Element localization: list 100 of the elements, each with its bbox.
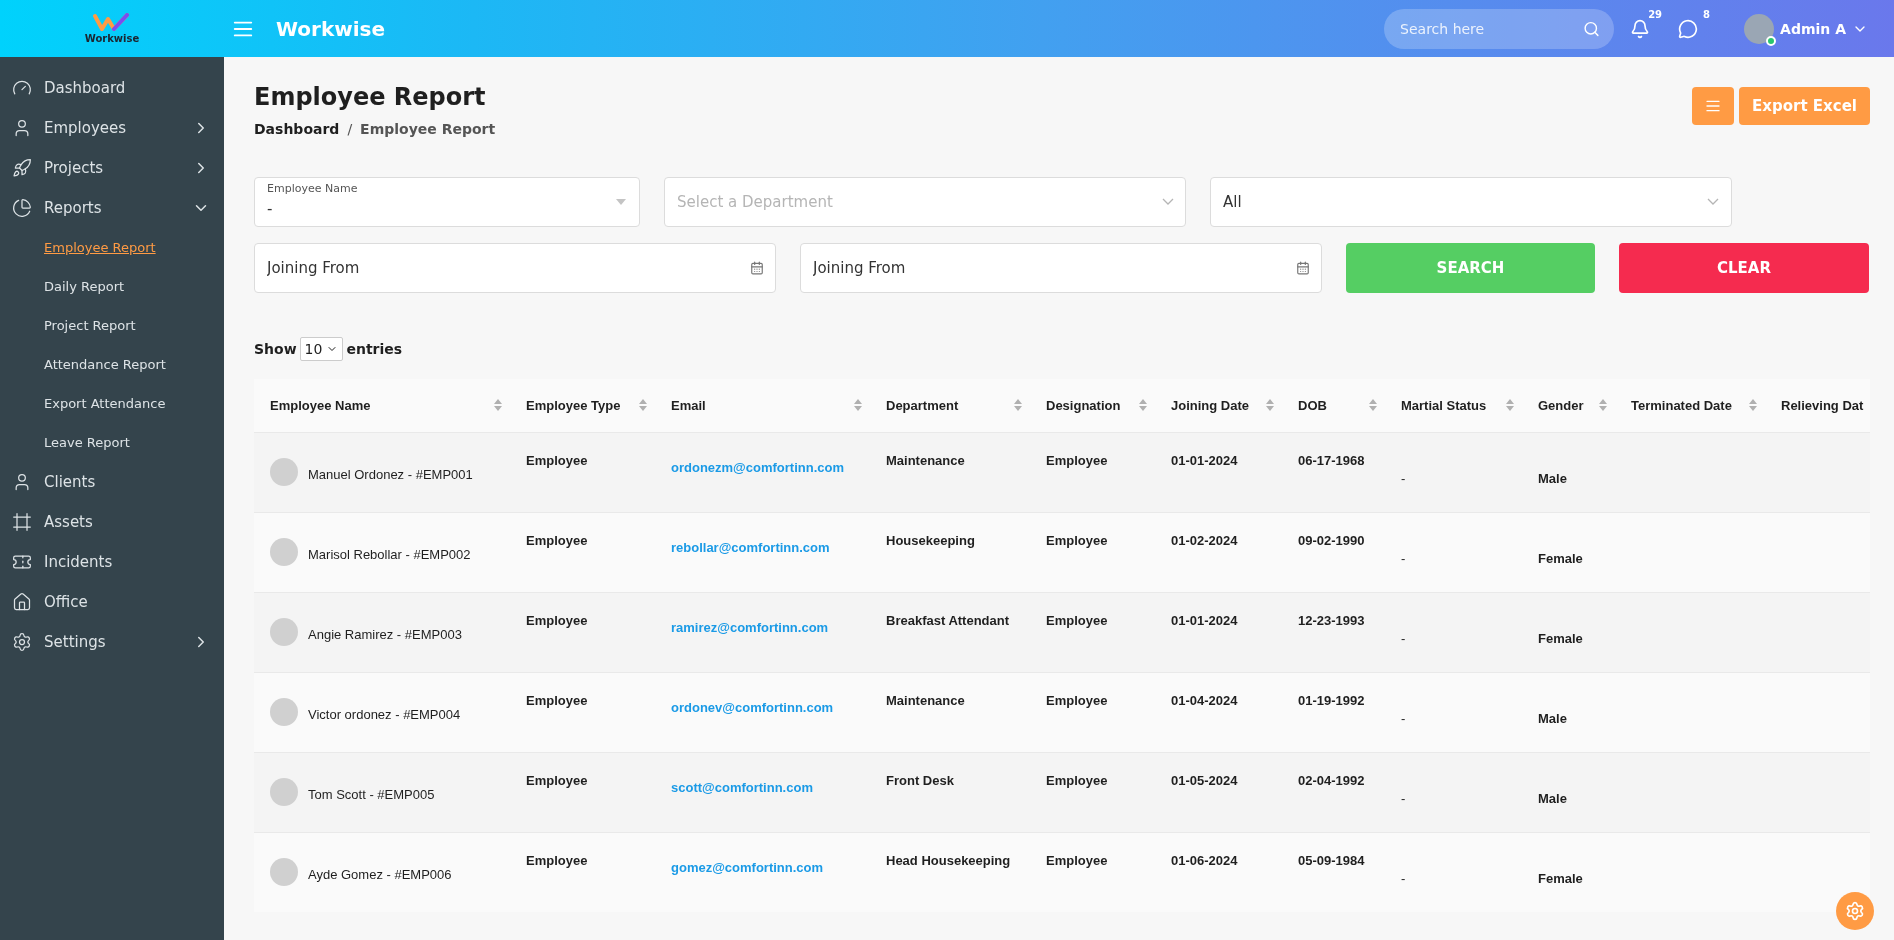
table-cell: Female [1522, 512, 1615, 592]
user-menu-button[interactable]: Admin A [1744, 13, 1868, 44]
notification-count: 29 [1648, 8, 1663, 20]
table-cell: 02-04-1992 [1282, 752, 1385, 832]
table-cell: Employee [510, 592, 655, 672]
list-menu-button[interactable] [1692, 87, 1735, 125]
calendar-icon [1296, 261, 1310, 275]
table-cell: Maintenance [870, 432, 1030, 512]
sort-icon[interactable] [1599, 399, 1607, 412]
sort-icon[interactable] [1506, 399, 1514, 412]
caret-icon [1707, 198, 1719, 206]
sort-icon[interactable] [1369, 399, 1377, 412]
sort-icon[interactable] [854, 399, 862, 412]
nav-icon [12, 198, 32, 218]
page-size-select[interactable]: 10 [299, 337, 344, 361]
sidebar-subitem[interactable]: Attendance Report [0, 345, 224, 384]
sort-icon[interactable] [1139, 399, 1147, 412]
sidebar-item[interactable]: Clients [0, 462, 224, 502]
calendar-icon [750, 261, 764, 275]
notifications-button[interactable]: 29 [1630, 8, 1663, 39]
table-cell: Employee [1030, 672, 1155, 752]
table-cell: Employee [510, 832, 655, 912]
logo-text: Workwise [84, 33, 140, 44]
avatar [270, 698, 298, 726]
sidebar-subitem[interactable]: Leave Report [0, 423, 224, 462]
sidebar-item[interactable]: Dashboard [0, 68, 224, 108]
table-cell: - [1385, 752, 1522, 832]
table-cell: Employee [510, 512, 655, 592]
caret-icon [615, 198, 627, 206]
sidebar-subitem[interactable]: Export Attendance [0, 384, 224, 423]
breadcrumb-link[interactable]: Dashboard [254, 121, 340, 137]
date-field[interactable]: Joining From [800, 243, 1322, 293]
sidebar-item[interactable]: Projects [0, 148, 224, 188]
sidebar-subitem[interactable]: Employee Report [0, 228, 224, 267]
table-cell: Housekeeping [870, 512, 1030, 592]
employee-name: Marisol Rebollar - #EMP002 [308, 545, 471, 562]
sidebar-subitem[interactable]: Daily Report [0, 267, 224, 306]
avatar [270, 458, 298, 486]
table-cell: 01-04-2024 [1155, 672, 1282, 752]
table-cell: Male [1522, 752, 1615, 832]
employee-name: Tom Scott - #EMP005 [308, 785, 435, 802]
app-title: Workwise [276, 16, 386, 41]
table-cell: 01-01-2024 [1155, 592, 1282, 672]
table-cell: 05-09-1984 [1282, 832, 1385, 912]
table-cell: 06-17-1968 [1282, 432, 1385, 512]
table-cell: Female [1522, 592, 1615, 672]
nav-icon [12, 158, 32, 178]
date-field[interactable]: Joining From [254, 243, 776, 293]
sidebar-item[interactable]: Incidents [0, 542, 224, 582]
table-cell: Male [1522, 432, 1615, 512]
table-cell: Employee [1030, 592, 1155, 672]
search-icon [1583, 20, 1601, 37]
nav-icon [12, 512, 32, 532]
table-cell: 01-19-1992 [1282, 672, 1385, 752]
sidebar-subitem[interactable]: Project Report [0, 306, 224, 345]
page-title: Employee Report [254, 83, 487, 111]
sidebar-item[interactable]: Assets [0, 502, 224, 542]
table-cell: Maintenance [870, 672, 1030, 752]
bell-icon [1630, 18, 1651, 39]
settings-button[interactable] [1836, 892, 1874, 930]
sidebar-item[interactable]: Settings [0, 622, 224, 662]
table-cell: Head Housekeeping [870, 832, 1030, 912]
table-cell: 01-06-2024 [1155, 832, 1282, 912]
table-cell: Male [1522, 672, 1615, 752]
employee-name: Angie Ramirez - #EMP003 [308, 625, 462, 642]
table-cell: Employee [510, 672, 655, 752]
messages-button[interactable]: 8 [1678, 8, 1711, 39]
avatar [270, 618, 298, 646]
table-cell: Female [1522, 832, 1615, 912]
department-select[interactable]: Select a Department [664, 177, 1186, 227]
clear-button[interactable]: CLEAR [1619, 243, 1869, 293]
table-cell: - [1385, 592, 1522, 672]
employee-name: Manuel Ordonez - #EMP001 [308, 465, 473, 482]
table-cell: - [1385, 832, 1522, 912]
table-cell: 09-02-1990 [1282, 512, 1385, 592]
avatar [270, 538, 298, 566]
breadcrumb-link[interactable]: Employee Report [360, 121, 496, 137]
table-cell: Employee [1030, 832, 1155, 912]
entries-label: entries [346, 341, 403, 357]
table-cell: Employee [1030, 752, 1155, 832]
table-cell: Employee [1030, 432, 1155, 512]
sidebar-item[interactable]: Reports [0, 188, 224, 228]
employee-name-select[interactable]: Employee Name - [254, 177, 640, 227]
sort-icon[interactable] [1014, 399, 1022, 412]
sort-icon[interactable] [639, 399, 647, 412]
table-cell: Employee [510, 752, 655, 832]
avatar [270, 778, 298, 806]
table-cell: 01-02-2024 [1155, 512, 1282, 592]
sort-icon[interactable] [1266, 399, 1274, 412]
settings-icon [1845, 901, 1865, 921]
table-cell: 01-01-2024 [1155, 432, 1282, 512]
sidebar-item[interactable]: Office [0, 582, 224, 622]
status-select[interactable]: All [1210, 177, 1732, 227]
table-cell: Front Desk [870, 752, 1030, 832]
sidebar-item[interactable]: Employees [0, 108, 224, 148]
nav-icon [12, 592, 32, 612]
table-cell: 12-23-1993 [1282, 592, 1385, 672]
table-cell: 01-05-2024 [1155, 752, 1282, 832]
sort-icon[interactable] [1749, 399, 1757, 412]
sort-icon[interactable] [494, 399, 502, 412]
